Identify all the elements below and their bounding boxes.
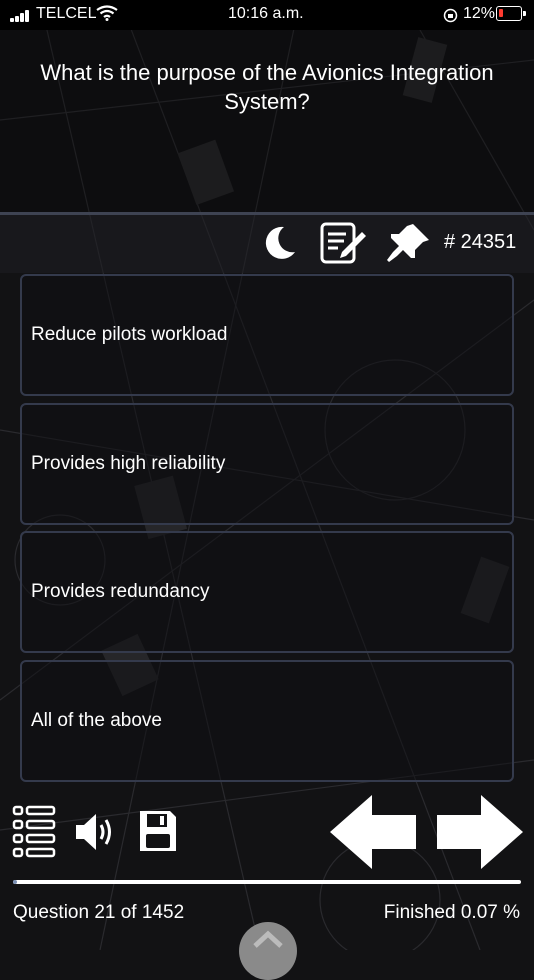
answer-option-3[interactable]: Provides redundancy (20, 531, 514, 653)
question-id: # 24351 (444, 231, 517, 253)
question-counter: Question 21 of 1452 (13, 902, 185, 923)
answer-option-2[interactable]: Provides high reliability (20, 403, 514, 525)
list-icon[interactable] (12, 805, 56, 859)
answer-option-4[interactable]: All of the above (20, 660, 514, 782)
clock: 10:16 a.m. (228, 5, 304, 22)
moon-icon[interactable] (260, 224, 298, 262)
edit-note-icon[interactable] (320, 222, 368, 264)
answer-label: Provides redundancy (31, 581, 210, 602)
carrier-name: TELCEL (36, 5, 97, 22)
floppy-disk-icon[interactable] (138, 809, 178, 853)
progress-bar-fill (13, 880, 17, 884)
speaker-icon[interactable] (74, 810, 118, 854)
progress-bar (13, 880, 521, 884)
answer-label: Provides high reliability (31, 453, 226, 474)
battery-icon (496, 6, 526, 21)
finished-percent: Finished 0.07 % (383, 902, 520, 923)
pin-icon[interactable] (383, 222, 431, 264)
answer-label: All of the above (31, 710, 162, 731)
answer-option-1[interactable]: Reduce pilots workload (20, 274, 514, 396)
battery-percent: 12% (463, 5, 496, 22)
orientation-lock-icon (443, 8, 458, 23)
chevron-up-icon (253, 930, 283, 948)
arrow-right-icon[interactable] (435, 795, 523, 869)
question-text: What is the purpose of the Avionics Inte… (40, 60, 494, 114)
arrow-left-icon[interactable] (330, 795, 418, 869)
cellular-signal-icon (10, 10, 32, 22)
wifi-icon (96, 5, 118, 21)
scroll-up-button[interactable] (239, 922, 297, 980)
answer-label: Reduce pilots workload (31, 324, 228, 345)
status-bar: TELCEL 10:16 a.m. 12% (0, 0, 534, 30)
